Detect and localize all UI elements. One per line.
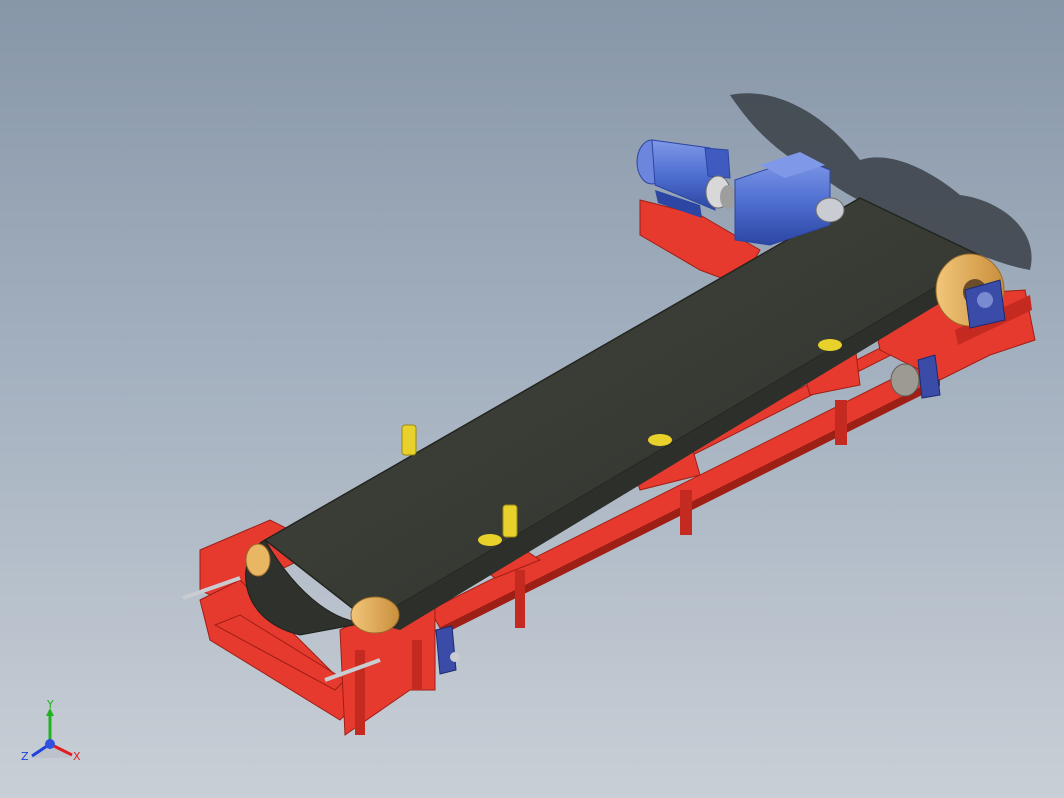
leg-1 xyxy=(515,570,525,628)
leg-4 xyxy=(412,640,422,690)
tail-pulley-left xyxy=(245,543,271,577)
x-axis-label: X xyxy=(73,750,81,763)
z-axis-label: Z xyxy=(21,750,29,763)
idler-roller-4 xyxy=(818,339,842,351)
triad-origin xyxy=(45,739,55,749)
cad-viewport[interactable]: Y X Z xyxy=(0,0,1064,798)
leg-2 xyxy=(680,490,692,535)
idler-roller-2 xyxy=(502,504,518,538)
leg-5 xyxy=(355,650,365,735)
coupling[interactable] xyxy=(705,175,736,209)
y-axis-label: Y xyxy=(46,700,54,711)
idler-roller-1 xyxy=(401,424,417,456)
idler-roller-3 xyxy=(648,434,672,446)
leg-3 xyxy=(835,400,847,445)
axis-triad[interactable]: Y X Z xyxy=(18,700,88,770)
tail-pulley-face xyxy=(350,596,400,634)
idler-roller-5 xyxy=(478,534,502,546)
bearing-block-tail[interactable] xyxy=(435,625,460,675)
motor-terminal-box xyxy=(704,147,731,179)
gearbox-output-shaft xyxy=(815,197,845,223)
conveyor-assembly-model[interactable] xyxy=(0,0,1064,798)
